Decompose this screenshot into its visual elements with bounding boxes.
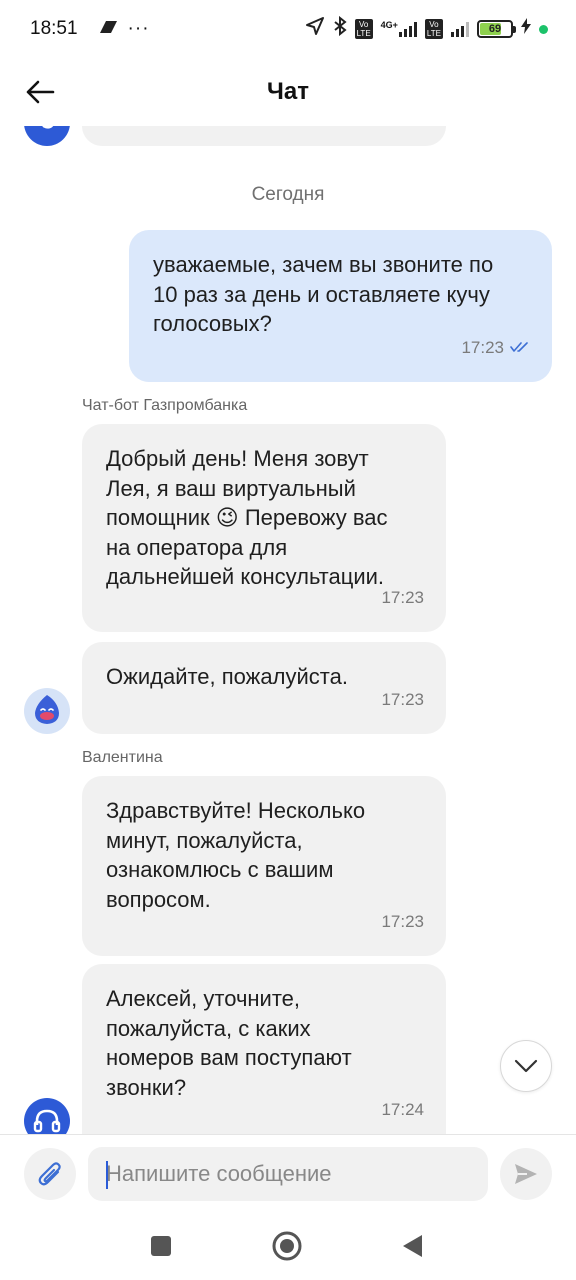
location-icon [305,16,325,42]
bluetooth-icon [333,15,347,42]
page-title: Чат [267,78,309,105]
message-time: 17:24 [381,1099,424,1119]
send-icon [515,1164,537,1184]
send-button[interactable] [500,1148,552,1200]
charging-icon [521,18,531,40]
back-button[interactable] [22,74,58,110]
recents-button[interactable] [145,1230,177,1262]
sender-name: Валентина [82,749,163,766]
signal-icon [451,21,469,37]
status-time: 18:51 [30,18,78,39]
message-bubble-outgoing[interactable]: уважаемые, зачем вы звоните по 10 раз за… [129,230,552,382]
bot-avatar-partial [24,126,70,146]
message-bubble-incoming[interactable]: Добрый день! Меня зовут Лея, я ваш вирту… [82,424,446,632]
volte-icon: Vo LTE [354,19,373,39]
message-text: Здравствуйте! Несколько минут, пожалуйст… [106,798,366,912]
battery-icon: 69 [477,20,516,38]
message-text: Алексей, уточните, пожалуйста, с каких н… [106,986,352,1100]
message-time: 17:23 [461,333,530,363]
home-button[interactable] [271,1230,303,1262]
volte-icon-2: Vo LTE [424,19,443,39]
message-time: 17:23 [381,587,424,607]
dots-icon: ··· [127,18,150,39]
attach-button[interactable] [24,1148,76,1200]
paperclip-icon [38,1162,61,1186]
scroll-to-bottom-button[interactable] [500,1040,552,1092]
square-icon [151,1236,171,1256]
double-check-icon [510,342,528,353]
message-time: 17:23 [381,689,424,709]
arrow-left-icon [26,80,55,104]
battery-level: 69 [488,23,502,35]
notification-icon [96,18,118,40]
message-bubble-incoming[interactable]: Здравствуйте! Несколько минут, пожалуйст… [82,776,446,956]
status-bar: 18:51 ··· Vo LTE 4G+ Vo LTE 69 [0,0,576,58]
message-bubble-incoming[interactable]: Ожидайте, пожалуйста. 17:23 [82,642,446,734]
triangle-back-icon [403,1235,422,1257]
message-input[interactable] [88,1147,488,1201]
message-text: Ожидайте, пожалуйста. [106,664,348,689]
message-bubble-incoming[interactable]: Алексей, уточните, пожалуйста, с каких н… [82,964,446,1134]
4g-signal-icon: 4G+ [381,21,417,37]
home-circle-icon [272,1231,302,1261]
message-text: Добрый день! Меня зовут Лея, я ваш вирту… [106,446,388,589]
sender-name: Чат-бот Газпромбанка [82,397,248,414]
privacy-dot-icon [539,24,548,34]
chat-messages[interactable]: Сегодня уважаемые, зачем вы звоните по 1… [0,126,576,1134]
headset-icon [33,1109,61,1133]
mascot-icon [35,695,59,724]
text-cursor [106,1161,108,1189]
app-header: Чат [0,58,576,126]
system-navigation-bar [0,1212,576,1280]
chevron-down-icon [514,1059,538,1073]
previous-message-bubble [82,126,446,146]
operator-avatar [24,1098,70,1134]
message-text: уважаемые, зачем вы звоните по 10 раз за… [153,252,494,336]
message-time: 17:23 [381,911,424,931]
back-nav-button[interactable] [397,1230,429,1262]
date-separator: Сегодня [251,184,325,205]
message-composer [0,1134,576,1212]
bot-avatar [24,688,70,734]
